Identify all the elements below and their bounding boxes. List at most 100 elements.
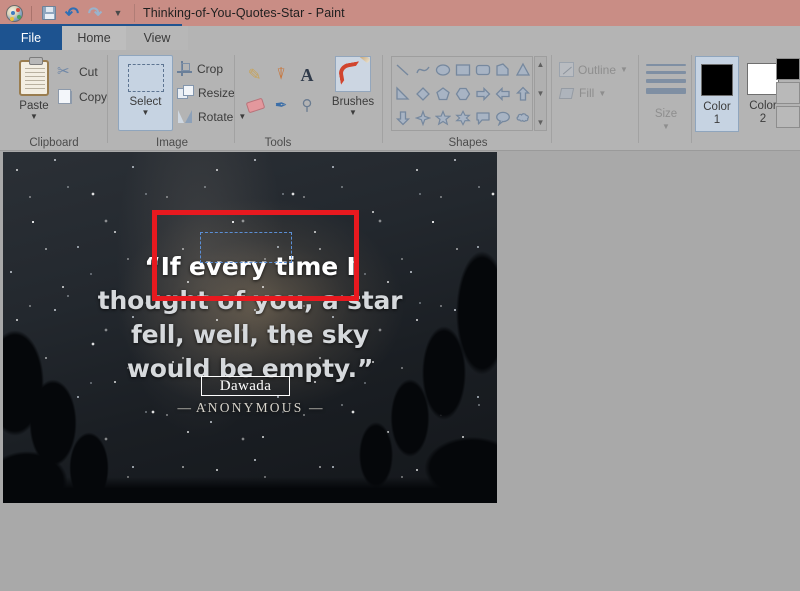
shapes-gallery[interactable] [391, 56, 533, 131]
scroll-up-icon[interactable]: ▲ [537, 60, 545, 69]
chevron-down-icon[interactable]: ▼ [142, 109, 150, 117]
shape-up-arrow[interactable] [513, 82, 533, 106]
copy-button[interactable]: Copy [57, 88, 107, 105]
cut-button[interactable]: ✂ Cut [57, 63, 98, 80]
redo-icon[interactable]: ↷ [85, 3, 105, 23]
tab-view[interactable]: View [126, 26, 188, 50]
palette-swatch[interactable] [776, 82, 800, 104]
line-thickness-icon[interactable] [646, 64, 686, 94]
divider [234, 55, 235, 143]
quote-line-3: fell, well, the sky [131, 320, 369, 349]
color-picker-icon[interactable]: ✒ [268, 90, 294, 120]
quote-attribution: — ANONYMOUS — [3, 400, 497, 416]
group-label-clipboard: Clipboard [29, 137, 79, 149]
shapes-scrollbar[interactable]: ▲ ▼ ▼ [534, 56, 547, 131]
chevron-down-icon[interactable]: ▼ [598, 89, 606, 98]
ribbon-group-clipboard: Paste ▼ ✂ Cut Copy Clipboard [0, 50, 108, 151]
copy-icon [57, 88, 74, 105]
resize-button[interactable]: Resize [177, 85, 235, 100]
tab-file[interactable]: File [0, 26, 62, 50]
text-tool-content[interactable]: Dawada [202, 377, 289, 395]
workspace: “If every time I thought of you, a star … [0, 151, 800, 591]
shape-cloud-callout[interactable] [513, 106, 533, 130]
tab-home[interactable]: Home [62, 26, 126, 50]
copy-label: Copy [79, 89, 108, 104]
divider [107, 55, 108, 143]
color-2-index: 2 [759, 113, 767, 125]
shape-rounded-rectangular-callout[interactable] [473, 106, 493, 130]
shape-polygon[interactable] [493, 58, 513, 82]
shape-hexagon[interactable] [453, 82, 473, 106]
shape-right-triangle[interactable] [393, 82, 413, 106]
color-1-label: Color [703, 101, 731, 113]
shape-right-arrow[interactable] [473, 82, 493, 106]
chevron-down-icon[interactable]: ▼ [30, 113, 38, 121]
shape-four-point-star[interactable] [413, 106, 433, 130]
save-icon[interactable] [39, 3, 59, 23]
chevron-down-icon[interactable]: ▼ [620, 65, 628, 74]
text-icon[interactable]: A [294, 60, 320, 90]
paste-label: Paste [19, 100, 49, 112]
ground-silhouette [3, 477, 497, 503]
color-2-swatch [747, 63, 779, 95]
dash-left: — [177, 400, 192, 415]
text-tool-box[interactable]: Dawada [201, 376, 290, 396]
fill-with-color-icon[interactable]: ⍒ [268, 60, 294, 90]
eraser-icon[interactable] [242, 90, 268, 120]
color-palette[interactable] [776, 58, 800, 130]
chevron-down-icon[interactable]: ▼ [640, 122, 692, 131]
shape-line[interactable] [393, 58, 413, 82]
paste-button[interactable]: Paste ▼ [10, 56, 58, 128]
outline-button[interactable]: Outline ▼ [559, 62, 628, 77]
image-canvas[interactable]: “If every time I thought of you, a star … [3, 152, 497, 503]
divider [551, 55, 552, 143]
select-button[interactable]: Select ▼ [118, 55, 173, 131]
quick-access-toolbar: ↶ ↷ ▼ [4, 3, 128, 23]
shape-down-arrow[interactable] [393, 106, 413, 130]
shape-pentagon[interactable] [433, 82, 453, 106]
shape-six-point-star[interactable] [453, 106, 473, 130]
shape-oval-callout[interactable] [493, 106, 513, 130]
fill-button[interactable]: Fill ▼ [559, 86, 606, 100]
crop-label: Crop [197, 61, 224, 76]
shape-diamond[interactable] [413, 82, 433, 106]
ribbon-group-image: Select ▼ Crop Resize Rotate ▼ Image [109, 50, 246, 151]
chevron-down-icon[interactable]: ▼ [349, 109, 357, 117]
group-label-tools: Tools [264, 137, 292, 149]
scroll-more-icon[interactable]: ▼ [537, 118, 545, 127]
window-title: Thinking-of-You-Quotes-Star - Paint [143, 6, 345, 20]
shape-triangle[interactable] [513, 58, 533, 82]
title-bar: ↶ ↷ ▼ Thinking-of-You-Quotes-Star - Pain… [0, 0, 800, 26]
magnifier-icon[interactable]: ⚲ [294, 90, 320, 120]
annotation-rectangle [152, 210, 359, 301]
shape-curve[interactable] [413, 58, 433, 82]
group-label-image: Image [156, 137, 188, 149]
ribbon-group-shapes: ▲ ▼ ▼ Shapes [384, 50, 552, 151]
shape-rounded-rectangle[interactable] [473, 58, 493, 82]
tools-grid: ✎ ⍒ A ✒ ⚲ [242, 60, 320, 120]
divider [134, 4, 135, 22]
divider [638, 55, 639, 143]
color-1-button[interactable]: Color 1 [695, 56, 739, 132]
shape-oval[interactable] [433, 58, 453, 82]
chevron-down-icon[interactable]: ▼ [108, 3, 128, 23]
shape-five-point-star[interactable] [433, 106, 453, 130]
shape-rectangle[interactable] [453, 58, 473, 82]
palette-swatch[interactable] [776, 106, 800, 128]
outline-label: Outline [578, 62, 617, 77]
group-label-shapes: Shapes [448, 137, 488, 149]
paint-palette-icon[interactable] [4, 3, 24, 23]
palette-swatch[interactable] [776, 58, 800, 80]
undo-icon[interactable]: ↶ [62, 3, 82, 23]
cut-label: Cut [79, 64, 98, 79]
rotate-label: Rotate [198, 109, 234, 124]
pencil-icon[interactable]: ✎ [242, 60, 268, 90]
select-label: Select [129, 96, 162, 108]
scissors-icon: ✂ [57, 63, 70, 80]
dash-right: — [308, 400, 323, 415]
shape-left-arrow[interactable] [493, 82, 513, 106]
brushes-button[interactable]: Brushes ▼ [332, 56, 374, 130]
crop-button[interactable]: Crop [177, 61, 223, 76]
size-label: Size [654, 108, 678, 120]
scroll-down-icon[interactable]: ▼ [537, 89, 545, 98]
